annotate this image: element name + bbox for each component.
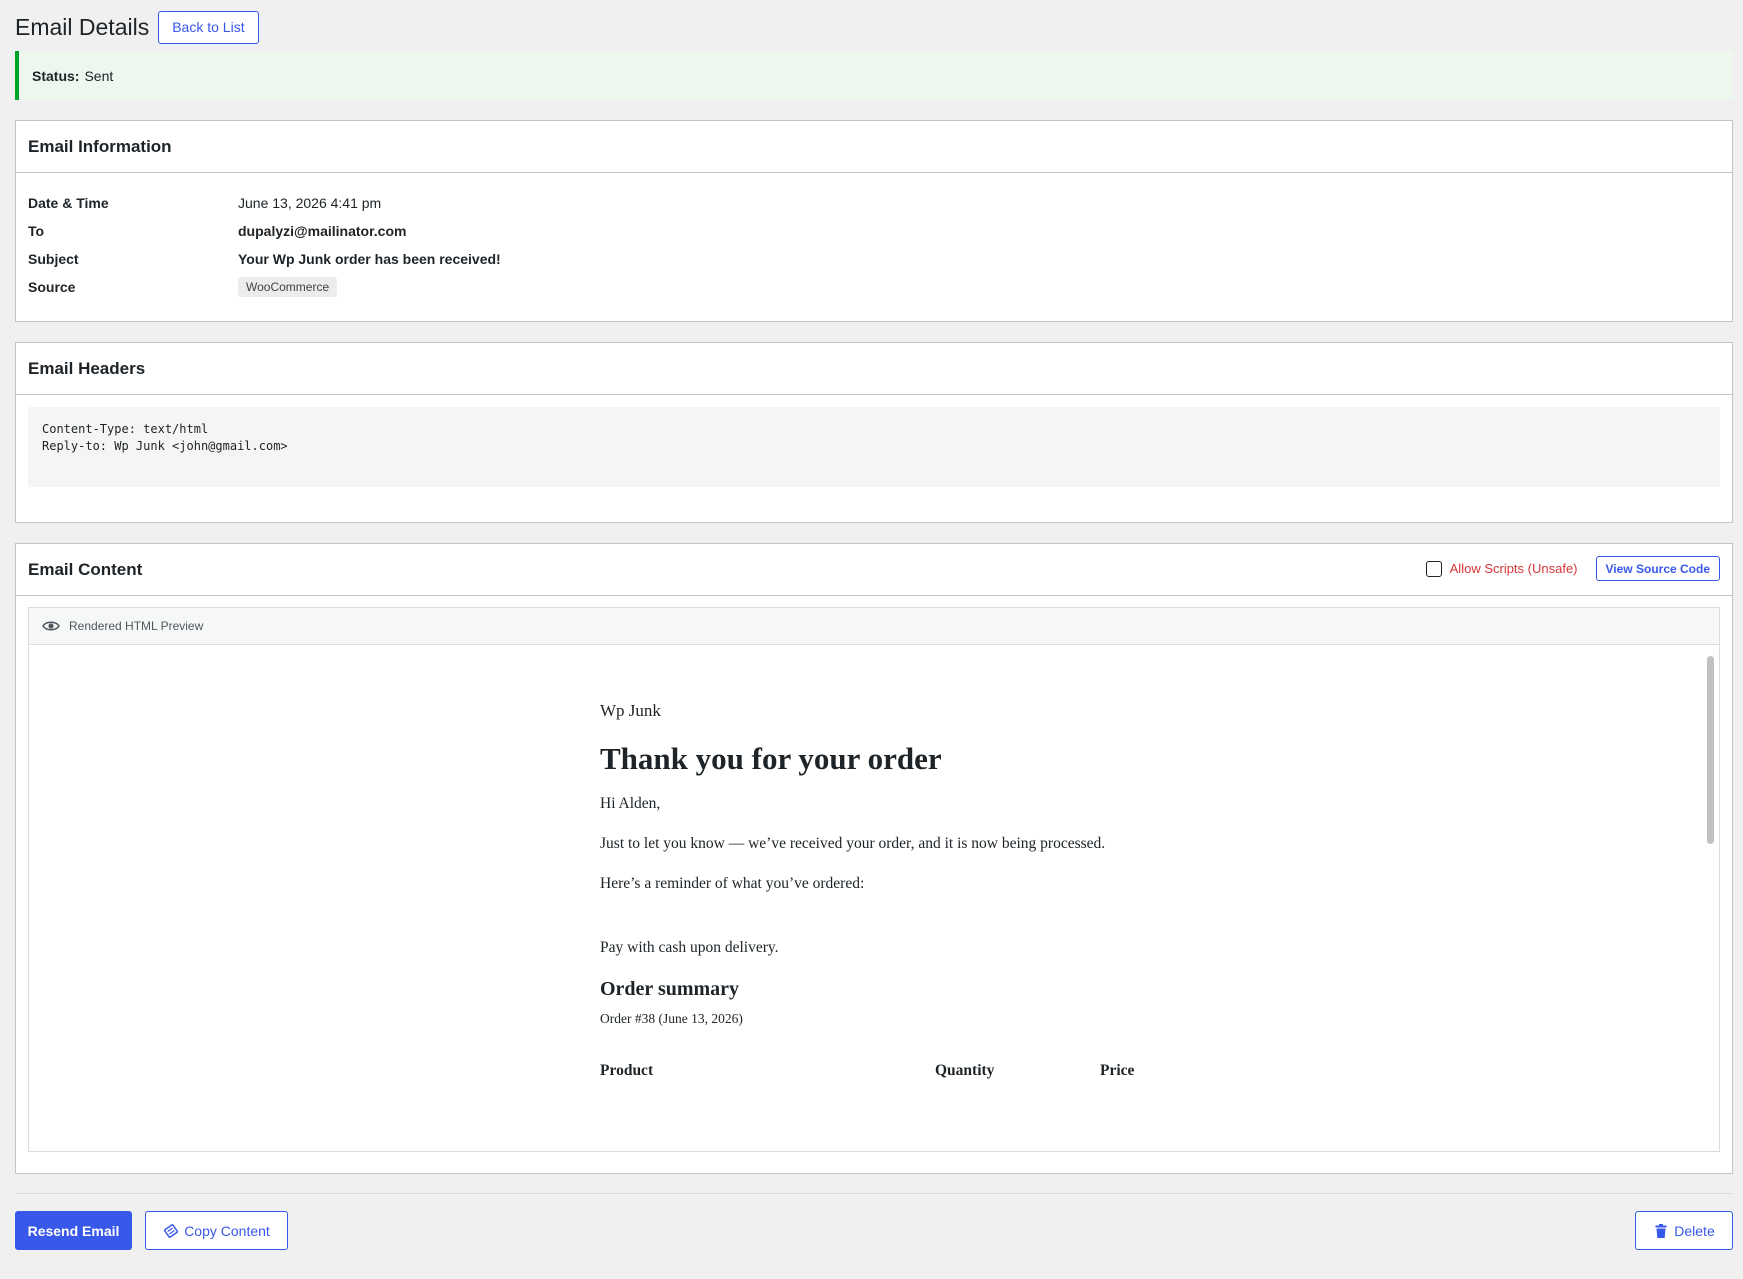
info-label-subject: Subject bbox=[28, 251, 79, 267]
info-value-subject: Your Wp Junk order has been received! bbox=[238, 251, 501, 267]
email-information-card: Email Information Date & Time June 13, 2… bbox=[15, 120, 1733, 322]
info-label-source: Source bbox=[28, 279, 76, 295]
info-row-to: To dupalyzi@mailinator.com bbox=[28, 217, 1720, 245]
email-brand: Wp Junk bbox=[600, 701, 661, 720]
email-content-card: Email Content Allow Scripts (Unsafe) Vie… bbox=[15, 543, 1733, 1174]
copy-content-label: Copy Content bbox=[184, 1222, 270, 1239]
email-payment-note: Pay with cash upon delivery. bbox=[600, 939, 779, 956]
email-line-reminder: Here’s a reminder of what you’ve ordered… bbox=[600, 875, 865, 892]
email-greeting: Hi Alden, bbox=[600, 795, 661, 812]
order-summary-title: Order summary bbox=[600, 978, 740, 1000]
resend-email-button[interactable]: Resend Email bbox=[15, 1211, 132, 1250]
allow-scripts-checkbox[interactable] bbox=[1425, 560, 1442, 577]
scrollbar-thumb[interactable] bbox=[1707, 656, 1714, 844]
info-row-source: Source WooCommerce bbox=[28, 273, 1720, 301]
email-information-header: Email Information bbox=[16, 121, 1732, 173]
info-row-subject: Subject Your Wp Junk order has been rece… bbox=[28, 245, 1720, 273]
order-number: Order #38 (June 13, 2026) bbox=[600, 1011, 743, 1026]
info-label-date: Date & Time bbox=[28, 195, 109, 211]
delete-label: Delete bbox=[1674, 1222, 1715, 1239]
email-content-title: Email Content bbox=[28, 559, 143, 579]
delete-button[interactable]: Delete bbox=[1635, 1211, 1733, 1250]
copy-content-button[interactable]: Copy Content bbox=[145, 1211, 288, 1250]
status-value: Sent bbox=[84, 67, 114, 84]
preview-scrollbar[interactable] bbox=[1705, 648, 1717, 1149]
eye-icon bbox=[42, 621, 60, 631]
info-label-to: To bbox=[28, 223, 45, 239]
email-content-header: Email Content Allow Scripts (Unsafe) Vie… bbox=[16, 544, 1732, 596]
info-value-date: June 13, 2026 4:41 pm bbox=[238, 195, 382, 211]
column-price: Price bbox=[1100, 1062, 1135, 1079]
page-header: Email Details Back to List bbox=[15, 10, 259, 44]
email-information-title: Email Information bbox=[28, 136, 172, 156]
preview-label: Rendered HTML Preview bbox=[69, 619, 204, 633]
column-quantity: Quantity bbox=[935, 1062, 995, 1079]
source-badge: WooCommerce bbox=[238, 277, 338, 297]
allow-scripts-label[interactable]: Allow Scripts (Unsafe) bbox=[1450, 561, 1578, 576]
column-product: Product bbox=[600, 1062, 654, 1079]
status-label: Status: bbox=[32, 67, 80, 84]
page-title: Email Details bbox=[15, 13, 150, 40]
preview-toolbar: Rendered HTML Preview bbox=[29, 608, 1719, 645]
email-headers-title: Email Headers bbox=[28, 358, 146, 378]
info-value-to: dupalyzi@mailinator.com bbox=[238, 223, 407, 239]
status-notice: Status: Sent bbox=[15, 51, 1733, 100]
html-preview-frame[interactable]: Rendered HTML Preview Wp Junk Thank you … bbox=[28, 607, 1720, 1152]
email-headers-card: Email Headers Content-Type: text/html Rep… bbox=[15, 342, 1733, 523]
actions-divider bbox=[15, 1193, 1733, 1194]
copy-icon bbox=[164, 1223, 179, 1238]
email-heading: Thank you for your order bbox=[600, 741, 942, 776]
headers-code-block: Content-Type: text/html Reply-to: Wp Junk… bbox=[28, 407, 1720, 487]
info-row-date: Date & Time June 13, 2026 4:41 pm bbox=[28, 189, 1720, 217]
trash-icon bbox=[1655, 1223, 1667, 1238]
view-source-code-button[interactable]: View Source Code bbox=[1595, 556, 1720, 581]
back-to-list-button[interactable]: Back to List bbox=[158, 10, 259, 44]
header-line: Content-Type: text/html bbox=[42, 422, 209, 436]
email-headers-header: Email Headers bbox=[16, 343, 1732, 395]
header-line: Reply-to: Wp Junk <john@gmail.com> bbox=[42, 439, 288, 453]
email-line-received: Just to let you know — we’ve received yo… bbox=[600, 835, 1106, 852]
